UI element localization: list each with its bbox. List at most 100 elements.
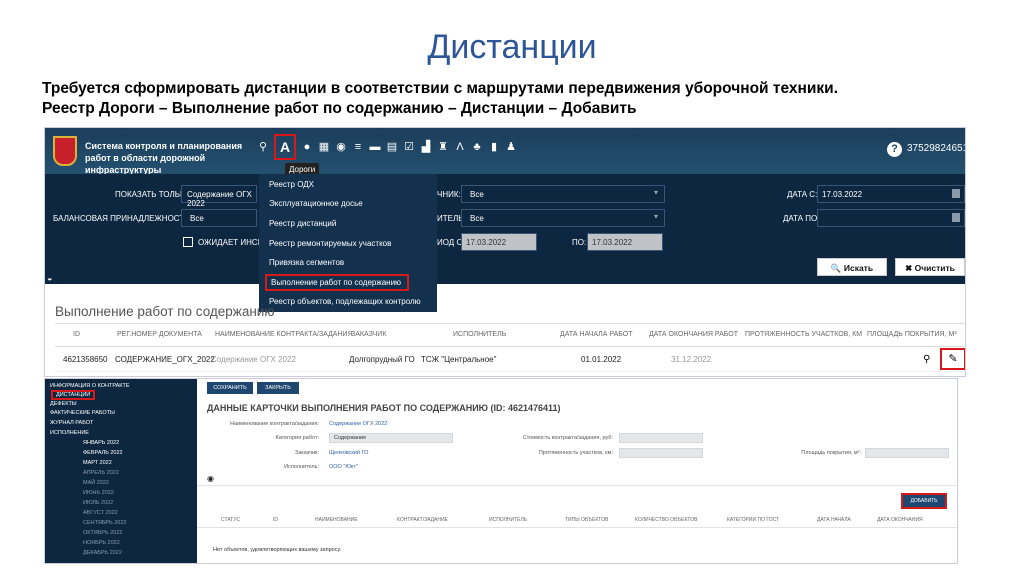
user-phone[interactable]: 375298246517 bbox=[907, 143, 965, 154]
car-icon[interactable]: ▬ bbox=[369, 140, 381, 154]
roads-icon[interactable]: A bbox=[274, 134, 296, 160]
people-icon[interactable]: ♣ bbox=[471, 140, 483, 154]
clear-button[interactable]: ✖ Очистить bbox=[895, 258, 965, 276]
add-button[interactable]: ДОБАВИТЬ bbox=[901, 493, 947, 509]
cost-label: Стоимость контракта/задания, руб: bbox=[522, 435, 613, 441]
sidebar-item-actual-works[interactable]: ФАКТИЧЕСКИЕ РАБОТЫ bbox=[50, 410, 115, 416]
menu-item-repair[interactable]: Реестр ремонтируемых участков bbox=[269, 239, 391, 248]
col-name[interactable]: НАИМЕНОВАНИЕ bbox=[315, 517, 358, 523]
date-to-input[interactable] bbox=[817, 209, 965, 227]
col-id[interactable]: ID bbox=[273, 517, 278, 523]
table-row[interactable]: 4621358650 СОДЕРЖАНИЕ_ОГХ_2022 Содержани… bbox=[55, 348, 965, 372]
col-end[interactable]: ДАТА ОКОНЧАНИЯ РАБОТ bbox=[649, 331, 738, 338]
edit-pencil-icon[interactable]: ✎ bbox=[940, 348, 965, 370]
executor-select[interactable]: Все ▾ bbox=[461, 209, 665, 227]
col-customer[interactable]: ЗАКАЗЧИК bbox=[351, 331, 386, 338]
period-to-label: ПО: bbox=[572, 238, 587, 247]
col-executor[interactable]: ИСПОЛНИТЕЛЬ bbox=[489, 517, 527, 523]
area-input[interactable] bbox=[865, 448, 949, 458]
col-gost[interactable]: КАТЕГОРИИ ПО ГОСТ bbox=[727, 517, 779, 523]
sidebar-item-month[interactable]: ОКТЯБРЬ 2022 bbox=[83, 530, 122, 536]
crane-icon[interactable]: ♜ bbox=[437, 140, 449, 154]
col-reg[interactable]: РЕГ.НОМЕР ДОКУМЕНТА bbox=[117, 331, 202, 338]
col-contract[interactable]: КОНТРАКТ/ЗАДАНИЕ bbox=[397, 517, 448, 523]
period-to-input[interactable]: 17.03.2022 bbox=[587, 233, 663, 251]
eye-icon[interactable]: ◉ bbox=[207, 474, 214, 483]
col-object-count[interactable]: КОЛИЧЕСТВО ОБЪЕКТОВ bbox=[635, 517, 697, 523]
waiting-checkbox[interactable] bbox=[183, 237, 193, 247]
col-start[interactable]: ДАТА НАЧАЛА РАБОТ bbox=[560, 331, 633, 338]
system-name: Система контроля и планирования работ в … bbox=[85, 141, 243, 175]
sidebar-item-month[interactable]: МАРТ 2022 bbox=[83, 460, 112, 466]
cell-customer: Долгопрудный ГО bbox=[349, 355, 415, 364]
col-length[interactable]: ПРОТЯЖЕННОСТЬ УЧАСТКОВ, КМ bbox=[745, 331, 862, 338]
bulb-icon[interactable]: ● bbox=[301, 140, 313, 154]
sidebar-item-month[interactable]: МАЙ 2022 bbox=[83, 480, 109, 486]
balance-select[interactable]: Все bbox=[181, 209, 257, 227]
sidebar-item-month[interactable]: ЯНВАРЬ 2022 bbox=[83, 440, 119, 446]
save-button[interactable]: СОХРАНИТЬ bbox=[207, 382, 253, 394]
length-label: Протяженность участков, км: bbox=[538, 450, 613, 456]
list-icon[interactable]: ≡ bbox=[352, 140, 364, 154]
menu-item-distances[interactable]: Реестр дистанций bbox=[269, 219, 336, 228]
sidebar-item-journal[interactable]: ЖУРНАЛ РАБОТ bbox=[50, 420, 93, 426]
toggle-filters-icon[interactable]: ◒ bbox=[47, 273, 52, 283]
col-start-date[interactable]: ДАТА НАЧАЛА bbox=[817, 517, 851, 523]
menu-item-maintenance[interactable]: Выполнение работ по содержанию bbox=[265, 274, 409, 291]
divider bbox=[197, 527, 957, 528]
executor-label: Исполнитель: bbox=[284, 464, 319, 470]
divider bbox=[197, 485, 957, 486]
menu-item-dossier[interactable]: Эксплуатационное досье bbox=[269, 199, 363, 208]
menu-item-segments[interactable]: Привязка сегментов bbox=[269, 258, 344, 267]
sidebar-item-distances[interactable]: ДИСТАНЦИИ bbox=[51, 390, 96, 400]
col-status[interactable]: СТАТУС bbox=[221, 517, 240, 523]
sidebar-item-month[interactable]: ДЕКАБРЬ 2022 bbox=[83, 550, 122, 556]
cost-input[interactable] bbox=[619, 433, 703, 443]
cell-executor: ТСЖ "Центральное" bbox=[421, 355, 497, 364]
col-name[interactable]: НАИМЕНОВАНИЕ КОНТРАКТА/ЗАДАНИЯ bbox=[215, 331, 353, 338]
sidebar-item-month[interactable]: АВГУСТ 2022 bbox=[83, 510, 118, 516]
col-area[interactable]: ПЛОЩАДЬ ПОКРЫТИЯ, М² bbox=[867, 331, 957, 338]
col-id[interactable]: ID bbox=[73, 331, 80, 338]
filter-panel: ПОКАЗАТЬ ТОЛЬКО: Содержание ОГХ 2022 БАЛ… bbox=[45, 174, 965, 284]
sidebar-item-contract-info[interactable]: ИНФОРМАЦИЯ О КОНТРАКТЕ bbox=[50, 383, 130, 389]
sidebar-item-month[interactable]: ИЮНЬ 2022 bbox=[83, 490, 114, 496]
docs-icon[interactable]: ▮ bbox=[488, 140, 500, 154]
search-button[interactable]: 🔍 Искать bbox=[817, 258, 887, 276]
sidebar-item-month[interactable]: СЕНТЯБРЬ 2022 bbox=[83, 520, 126, 526]
road-icon[interactable]: Λ bbox=[454, 140, 466, 154]
executor-value[interactable]: ООО "Юкт" bbox=[329, 464, 358, 470]
sidebar-item-month[interactable]: ФЕВРАЛЬ 2022 bbox=[83, 450, 123, 456]
sidebar-item-month[interactable]: ИЮЛЬ 2022 bbox=[83, 500, 113, 506]
user-icon[interactable]: ♟ bbox=[505, 140, 517, 154]
sidebar-item-defects[interactable]: ДЕФЕКТЫ bbox=[50, 401, 77, 407]
check-icon[interactable]: ☑ bbox=[403, 140, 415, 154]
period-from-input[interactable]: 17.03.2022 bbox=[461, 233, 537, 251]
show-only-select[interactable]: Содержание ОГХ 2022 bbox=[181, 185, 257, 208]
col-end-date[interactable]: ДАТА ОКОНЧАНИЯ bbox=[877, 517, 923, 523]
instruction-line-2: Реестр Дороги – Выполнение работ по соде… bbox=[42, 100, 637, 117]
sidebar-item-execution[interactable]: ИСПОЛНЕНИЕ bbox=[50, 430, 89, 436]
source-select[interactable]: Все ▾ bbox=[461, 185, 665, 203]
chart-icon[interactable]: ▟ bbox=[420, 140, 432, 154]
date-from-input[interactable]: 17.03.2022 bbox=[817, 185, 965, 203]
table-icon[interactable]: ▤ bbox=[386, 140, 398, 154]
customer-value[interactable]: Щелковский ГО bbox=[329, 450, 368, 456]
sidebar-item-month[interactable]: НОЯБРЬ 2022 bbox=[83, 540, 120, 546]
menu-item-odh[interactable]: Реестр ОДХ bbox=[269, 180, 314, 189]
customer-label: Заказчик: bbox=[294, 450, 319, 456]
contract-value[interactable]: Содержание ОГХ 2022 bbox=[329, 421, 387, 427]
calendar-icon bbox=[952, 213, 960, 222]
close-button[interactable]: ЗАКРЫТЬ bbox=[257, 382, 299, 394]
menu-item-control-objects[interactable]: Реестр объектов, подлежащих контролю bbox=[269, 297, 421, 306]
col-executor[interactable]: ИСПОЛНИТЕЛЬ bbox=[453, 331, 506, 338]
search-icon[interactable]: ⚲ bbox=[923, 354, 930, 365]
length-input[interactable] bbox=[619, 448, 703, 458]
category-select[interactable]: Содержание bbox=[329, 433, 453, 443]
calendar-icon[interactable]: ▦ bbox=[318, 140, 330, 154]
help-icon[interactable]: ? bbox=[887, 142, 902, 157]
sidebar-item-month[interactable]: АПРЕЛЬ 2022 bbox=[83, 470, 119, 476]
col-object-types[interactable]: ТИПЫ ОБЪЕКТОВ bbox=[565, 517, 608, 523]
eye-icon[interactable]: ◉ bbox=[335, 140, 347, 154]
map-pin-icon[interactable]: ⚲ bbox=[257, 140, 269, 154]
